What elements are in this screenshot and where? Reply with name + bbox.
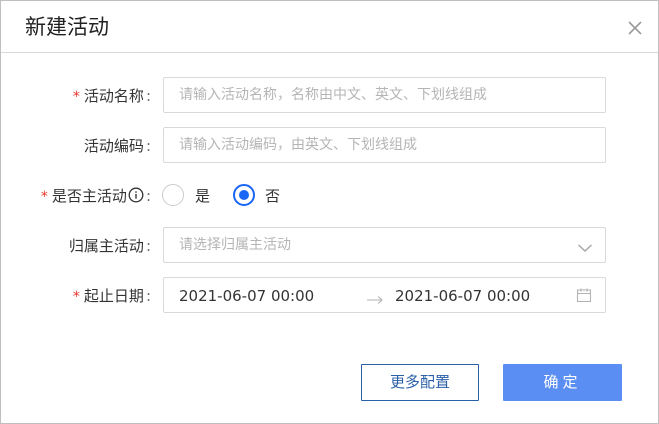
activity-name-field[interactable] bbox=[163, 77, 606, 113]
radio-no[interactable] bbox=[233, 184, 255, 206]
activity-name-label: * 活动名称: bbox=[1, 86, 151, 107]
is-main-activity-label-text: 是否主活动 bbox=[51, 187, 127, 205]
new-activity-dialog: 新建活动 *活动名称: 活动编码: *是否主活动: 是 否 归属主活动: 请选择… bbox=[0, 0, 659, 424]
label-colon: : bbox=[145, 287, 151, 305]
label-colon: : bbox=[145, 187, 151, 205]
label-colon: : bbox=[145, 137, 151, 155]
activity-code-field[interactable] bbox=[163, 127, 606, 163]
required-mark: * bbox=[72, 89, 80, 105]
activity-name-input[interactable] bbox=[179, 78, 599, 112]
radio-yes-label[interactable]: 是 bbox=[195, 186, 210, 206]
date-range-label-text: 起止日期 bbox=[83, 287, 144, 305]
arrow-right-icon bbox=[366, 290, 384, 304]
date-range-picker[interactable]: 2021-06-07 00:00 2021-06-07 00:00 bbox=[163, 277, 606, 313]
parent-activity-label: 归属主活动: bbox=[1, 236, 151, 256]
end-date[interactable]: 2021-06-07 00:00 bbox=[395, 286, 530, 306]
required-mark: * bbox=[40, 189, 48, 205]
dialog-header: 新建活动 bbox=[1, 1, 658, 53]
radio-no-label[interactable]: 否 bbox=[265, 186, 280, 206]
activity-code-input[interactable] bbox=[179, 128, 599, 162]
start-date[interactable]: 2021-06-07 00:00 bbox=[179, 286, 314, 306]
is-main-activity-label: * 是否主活动: bbox=[1, 186, 151, 207]
calendar-icon[interactable] bbox=[576, 287, 592, 303]
close-icon[interactable] bbox=[624, 17, 646, 39]
radio-yes[interactable] bbox=[162, 184, 184, 206]
parent-activity-label-text: 归属主活动 bbox=[68, 237, 144, 255]
parent-activity-select[interactable]: 请选择归属主活动 bbox=[163, 227, 606, 263]
parent-activity-placeholder: 请选择归属主活动 bbox=[179, 237, 291, 253]
dialog-title: 新建活动 bbox=[25, 15, 109, 39]
label-colon: : bbox=[145, 87, 151, 105]
info-circle-icon[interactable] bbox=[128, 187, 144, 203]
more-config-button[interactable]: 更多配置 bbox=[361, 364, 479, 401]
date-range-label: * 起止日期: bbox=[1, 286, 151, 307]
chevron-down-icon[interactable] bbox=[577, 239, 593, 252]
confirm-button[interactable]: 确定 bbox=[503, 364, 622, 401]
activity-name-label-text: 活动名称 bbox=[83, 87, 144, 105]
activity-code-label: 活动编码: bbox=[1, 136, 151, 156]
required-mark: * bbox=[72, 289, 80, 305]
activity-code-label-text: 活动编码 bbox=[83, 137, 144, 155]
label-colon: : bbox=[145, 237, 151, 255]
